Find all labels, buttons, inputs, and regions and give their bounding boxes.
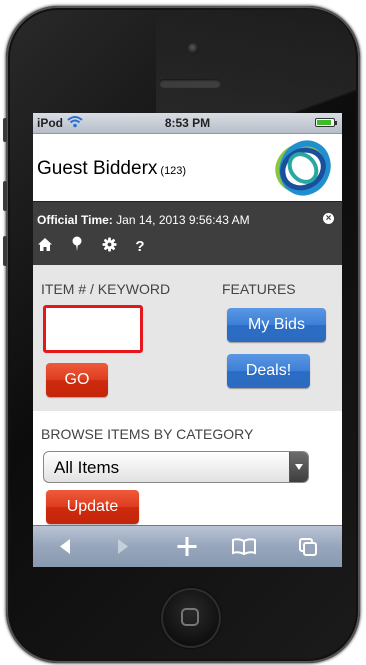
clock: 8:53 PM xyxy=(164,116,211,130)
info-bar: Official Time: Jan 14, 2013 9:56:43 AM × xyxy=(33,201,342,265)
gear-icon[interactable] xyxy=(102,236,117,257)
earpiece-speaker xyxy=(159,79,221,88)
update-button[interactable]: Update xyxy=(46,490,139,524)
brand-logo xyxy=(270,138,336,203)
home-button-square-icon xyxy=(181,608,199,626)
app-header: Guest Bidderx (123) xyxy=(33,134,342,201)
home-button[interactable] xyxy=(161,588,221,648)
back-icon[interactable] xyxy=(45,526,85,567)
close-icon[interactable]: × xyxy=(323,213,334,224)
front-camera xyxy=(188,43,199,54)
go-button[interactable]: GO xyxy=(46,363,108,397)
bookmarks-icon[interactable] xyxy=(224,526,264,567)
battery-icon xyxy=(315,118,337,127)
volume-up-button xyxy=(3,181,7,211)
official-time-label: Official Time: xyxy=(37,213,113,227)
silent-switch xyxy=(3,118,7,142)
pages-icon[interactable] xyxy=(288,526,328,567)
category-select[interactable]: All Items xyxy=(43,451,309,483)
nav-icons: ? xyxy=(37,236,159,257)
home-icon[interactable] xyxy=(37,237,53,257)
help-icon[interactable]: ? xyxy=(135,238,144,255)
phone-screen: iPod 8:53 PM Guest Bidderx (123) Officia… xyxy=(33,113,342,567)
browse-section: BROWSE ITEMS BY CATEGORY All Items Updat… xyxy=(33,411,342,531)
battery-level-fill xyxy=(317,120,331,125)
official-time-value: Jan 14, 2013 9:56:43 AM xyxy=(116,213,250,227)
keyword-label: ITEM # / KEYWORD xyxy=(41,281,171,297)
browse-label: BROWSE ITEMS BY CATEGORY xyxy=(41,426,254,442)
keyword-input[interactable] xyxy=(43,305,143,353)
pin-icon[interactable] xyxy=(71,236,83,257)
deals-button[interactable]: Deals! xyxy=(227,354,310,388)
browser-toolbar xyxy=(33,525,342,567)
forward-icon[interactable] xyxy=(103,526,143,567)
user-name-line: Guest Bidderx (123) xyxy=(37,158,186,180)
add-icon[interactable] xyxy=(167,526,207,567)
category-select-value: All Items xyxy=(54,458,120,477)
account-number: (123) xyxy=(160,165,187,177)
my-bids-button[interactable]: My Bids xyxy=(227,308,326,342)
volume-down-button xyxy=(3,236,7,266)
features-label: FEATURES xyxy=(222,281,296,297)
official-time: Official Time: Jan 14, 2013 9:56:43 AM xyxy=(37,213,250,227)
status-bar: iPod 8:53 PM xyxy=(33,113,342,134)
search-panel: ITEM # / KEYWORD FEATURES GO My Bids Dea… xyxy=(33,265,342,412)
chevron-down-icon xyxy=(289,452,308,482)
user-name: Guest Bidderx xyxy=(37,158,158,179)
